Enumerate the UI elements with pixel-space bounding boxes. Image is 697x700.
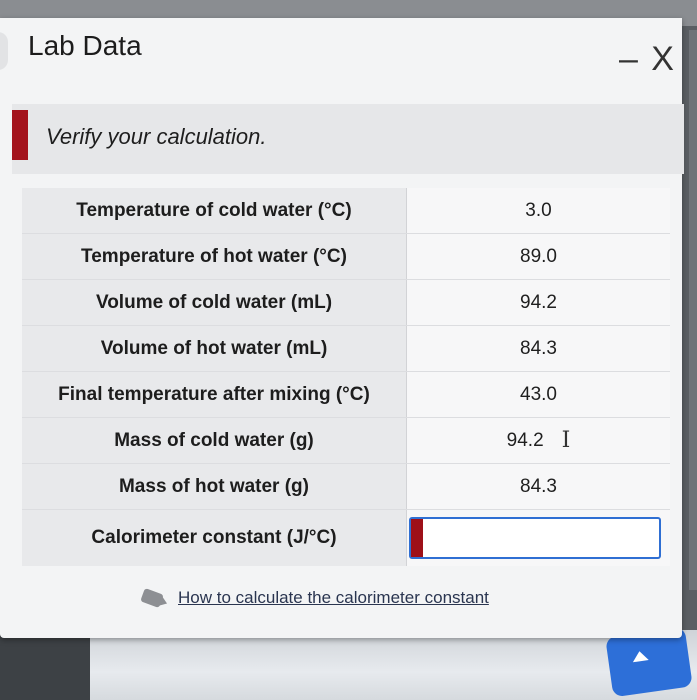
instruction-bar: Verify your calculation.	[12, 104, 684, 174]
close-button[interactable]: – X	[619, 40, 676, 79]
calorimeter-input-cell	[407, 510, 670, 566]
triangle-icon	[631, 650, 649, 663]
row-label: Volume of hot water (mL)	[22, 326, 407, 371]
help-link-row[interactable]: How to calculate the calorimeter constan…	[140, 588, 489, 608]
lab-data-dialog: Lab Data – X Verify your calculation. Te…	[0, 18, 684, 638]
calorimeter-constant-input[interactable]	[425, 519, 659, 559]
row-label: Temperature of hot water (°C)	[22, 234, 407, 279]
row-label: Final temperature after mixing (°C)	[22, 372, 407, 417]
row-value: 84.3	[407, 464, 670, 509]
background-desk	[0, 630, 697, 700]
row-value: 84.3	[407, 326, 670, 371]
table-row: Volume of cold water (mL) 94.2	[22, 280, 670, 326]
row-label: Calorimeter constant (J/°C)	[22, 510, 407, 566]
input-status-bar	[411, 519, 423, 557]
row-value-with-cursor: 94.2 I	[407, 418, 670, 463]
instruction-text: Verify your calculation.	[46, 124, 267, 149]
row-value: 43.0	[407, 372, 670, 417]
row-value: 94.2	[506, 429, 544, 451]
instruction-accent	[12, 110, 28, 160]
dialog-title: Lab Data	[28, 30, 142, 61]
lab-data-table: Temperature of cold water (°C) 3.0 Tempe…	[22, 188, 670, 566]
table-row: Mass of hot water (g) 84.3	[22, 464, 670, 510]
text-cursor-icon: I	[561, 428, 571, 453]
dialog-edge-tab	[0, 32, 8, 70]
row-value: 94.2	[407, 280, 670, 325]
tag-icon	[140, 588, 164, 608]
background-right	[689, 30, 697, 590]
table-row: Final temperature after mixing (°C) 43.0	[22, 372, 670, 418]
table-row: Calorimeter constant (J/°C)	[22, 510, 670, 566]
row-label: Mass of cold water (g)	[22, 418, 407, 463]
calorimeter-constant-field[interactable]	[409, 517, 661, 559]
row-value: 89.0	[407, 234, 670, 279]
row-label: Volume of cold water (mL)	[22, 280, 407, 325]
table-row: Temperature of cold water (°C) 3.0	[22, 188, 670, 234]
help-link[interactable]: How to calculate the calorimeter constan…	[178, 588, 489, 608]
row-label: Temperature of cold water (°C)	[22, 188, 407, 233]
table-row: Mass of cold water (g) 94.2 I	[22, 418, 670, 464]
table-row: Temperature of hot water (°C) 89.0	[22, 234, 670, 280]
row-label: Mass of hot water (g)	[22, 464, 407, 509]
table-row: Volume of hot water (mL) 84.3	[22, 326, 670, 372]
row-value: 3.0	[407, 188, 670, 233]
